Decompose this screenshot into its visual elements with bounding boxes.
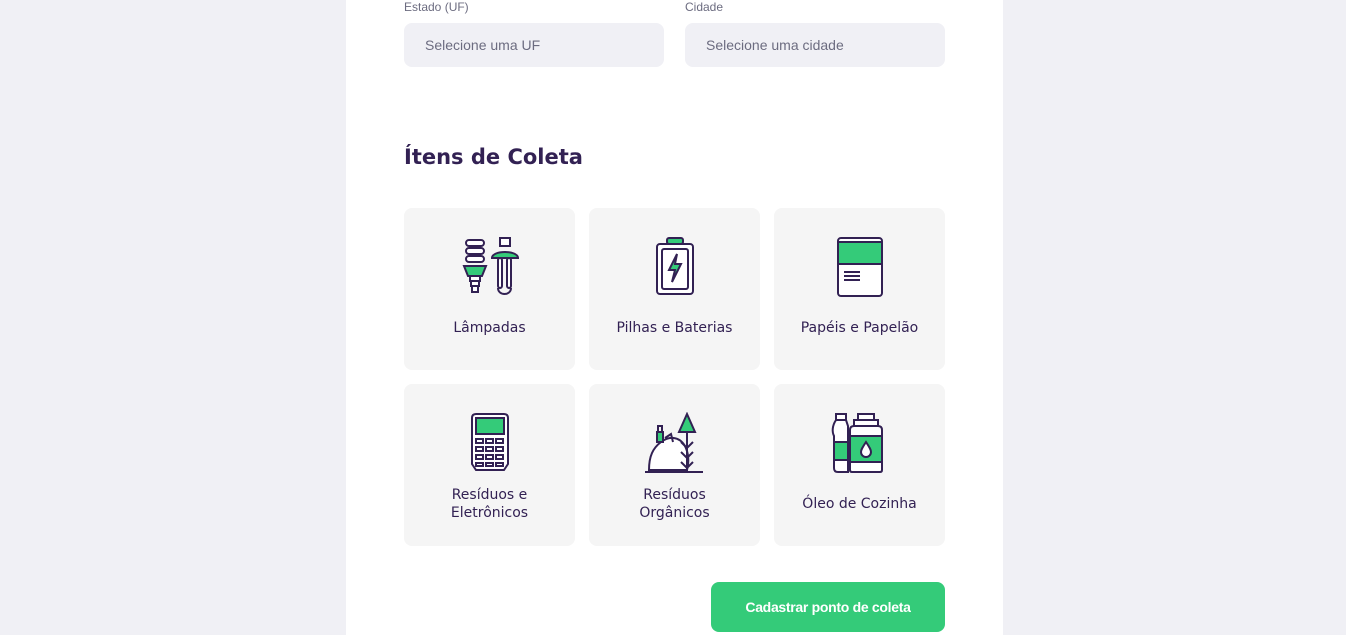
item-label: Papéis e Papelão bbox=[800, 320, 919, 336]
city-label: Cidade bbox=[685, 0, 724, 14]
electronics-icon bbox=[458, 412, 522, 476]
form-card: Estado (UF) Selecione uma UF Cidade Sele… bbox=[346, 0, 1003, 635]
items-section-title: Ítens de Coleta bbox=[404, 145, 583, 169]
cooking-oil-icon bbox=[828, 412, 892, 476]
battery-icon bbox=[643, 236, 707, 300]
submit-button[interactable]: Cadastrar ponto de coleta bbox=[711, 582, 945, 632]
organic-waste-icon bbox=[643, 412, 707, 476]
item-label: Óleo de Cozinha bbox=[802, 496, 917, 512]
lamps-icon bbox=[458, 236, 522, 300]
item-label: Resíduos e Eletrônicos bbox=[450, 487, 529, 521]
city-select-placeholder: Selecione uma cidade bbox=[706, 37, 844, 53]
item-label: Pilhas e Baterias bbox=[616, 320, 733, 336]
city-select[interactable]: Selecione uma cidade bbox=[685, 23, 945, 67]
item-electronics[interactable]: Resíduos e Eletrônicos bbox=[404, 384, 575, 546]
item-label: Resíduos Orgânicos bbox=[639, 487, 710, 521]
uf-select-placeholder: Selecione uma UF bbox=[425, 37, 541, 53]
uf-label: Estado (UF) bbox=[404, 0, 469, 14]
item-organic-waste[interactable]: Resíduos Orgânicos bbox=[589, 384, 760, 546]
item-label: Lâmpadas bbox=[453, 320, 526, 336]
item-cooking-oil[interactable]: Óleo de Cozinha bbox=[774, 384, 945, 546]
item-lamps[interactable]: Lâmpadas bbox=[404, 208, 575, 370]
items-grid: Lâmpadas Pilhas e Baterias Papéis e Pape… bbox=[404, 208, 945, 546]
paper-icon bbox=[828, 236, 892, 300]
item-paper[interactable]: Papéis e Papelão bbox=[774, 208, 945, 370]
item-batteries[interactable]: Pilhas e Baterias bbox=[589, 208, 760, 370]
uf-select[interactable]: Selecione uma UF bbox=[404, 23, 664, 67]
